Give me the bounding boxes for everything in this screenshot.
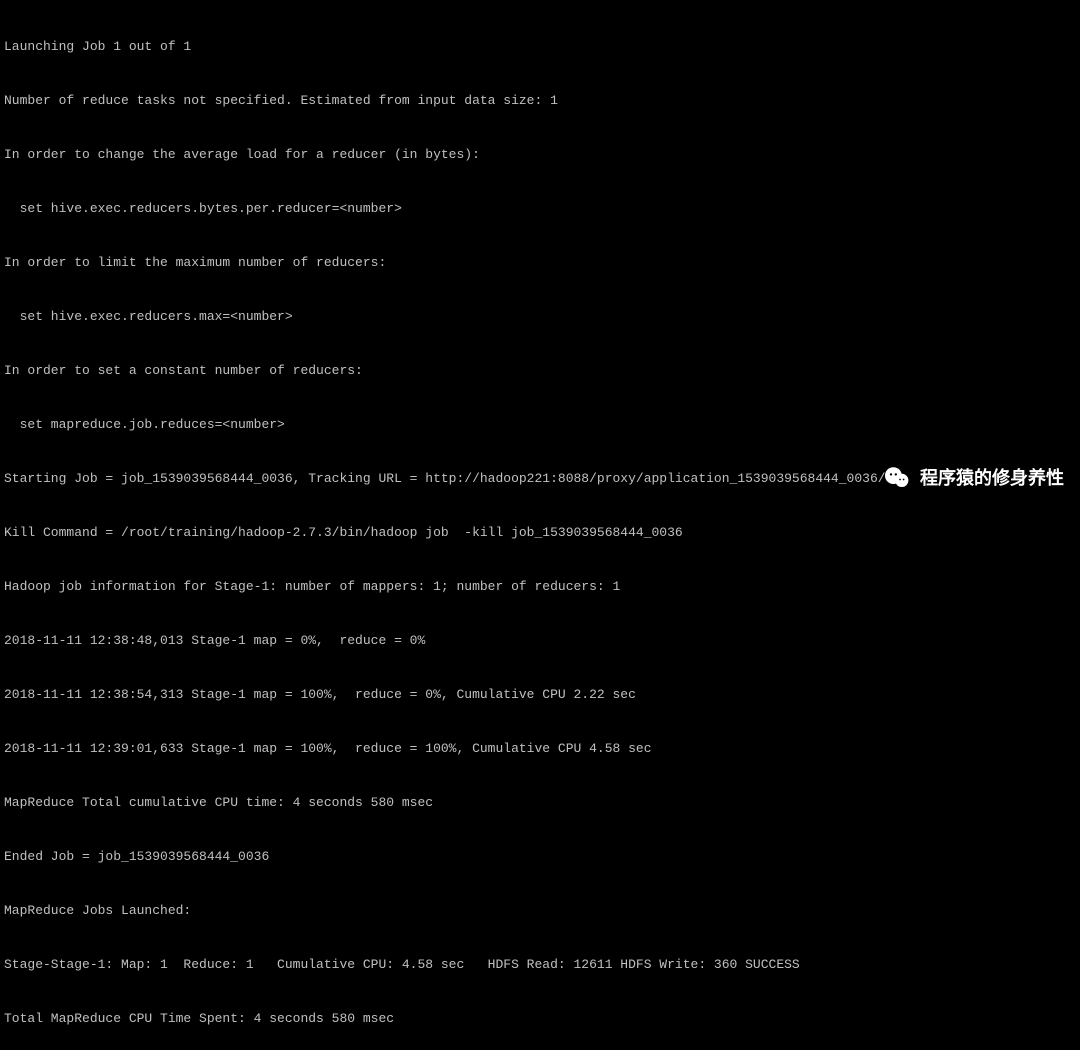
terminal-output: Launching Job 1 out of 1 Number of reduc… xyxy=(0,0,1080,1050)
log-line: Total MapReduce CPU Time Spent: 4 second… xyxy=(4,1010,1076,1028)
log-line: 2018-11-11 12:38:48,013 Stage-1 map = 0%… xyxy=(4,632,1076,650)
log-line: 2018-11-11 12:39:01,633 Stage-1 map = 10… xyxy=(4,740,1076,758)
log-line: set hive.exec.reducers.bytes.per.reducer… xyxy=(4,200,1076,218)
log-line: MapReduce Total cumulative CPU time: 4 s… xyxy=(4,794,1076,812)
log-line: set hive.exec.reducers.max=<number> xyxy=(4,308,1076,326)
log-line: Hadoop job information for Stage-1: numb… xyxy=(4,578,1076,596)
watermark-text: 程序猿的修身养性 xyxy=(920,469,1064,487)
log-line: In order to set a constant number of red… xyxy=(4,362,1076,380)
log-line: set mapreduce.job.reduces=<number> xyxy=(4,416,1076,434)
log-line: Ended Job = job_1539039568444_0036 xyxy=(4,848,1076,866)
log-line: Kill Command = /root/training/hadoop-2.7… xyxy=(4,524,1076,542)
log-line: MapReduce Jobs Launched: xyxy=(4,902,1076,920)
log-line: Launching Job 1 out of 1 xyxy=(4,38,1076,56)
log-line: 2018-11-11 12:38:54,313 Stage-1 map = 10… xyxy=(4,686,1076,704)
log-line: In order to change the average load for … xyxy=(4,146,1076,164)
watermark: 程序猿的修身养性 xyxy=(882,463,1064,493)
log-line: Number of reduce tasks not specified. Es… xyxy=(4,92,1076,110)
log-line: Stage-Stage-1: Map: 1 Reduce: 1 Cumulati… xyxy=(4,956,1076,974)
wechat-icon xyxy=(882,463,912,493)
log-line: In order to limit the maximum number of … xyxy=(4,254,1076,272)
